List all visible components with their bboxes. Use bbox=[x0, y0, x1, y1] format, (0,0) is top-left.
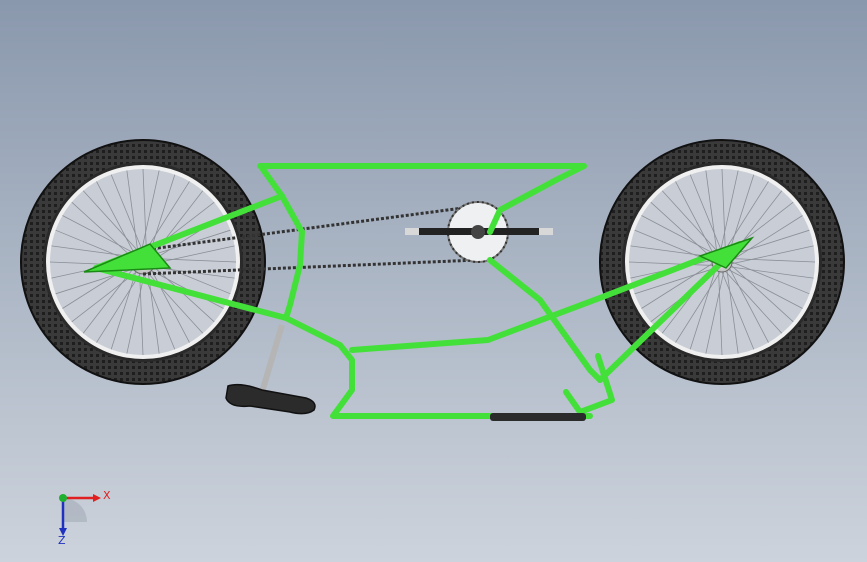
crank-arm[interactable] bbox=[405, 225, 553, 239]
lower-loop[interactable] bbox=[283, 315, 593, 419]
axis-triad-graphic: X Z bbox=[58, 489, 111, 547]
bicycle-model[interactable] bbox=[0, 0, 867, 562]
seat[interactable] bbox=[225, 383, 316, 415]
z-axis-label: Z bbox=[58, 534, 66, 547]
cad-graphics-viewport[interactable]: X Z bbox=[0, 0, 867, 562]
foot-peg[interactable] bbox=[490, 413, 586, 421]
seat-tube[interactable] bbox=[259, 165, 305, 321]
y-axis-dot bbox=[59, 494, 67, 502]
seat-post[interactable] bbox=[259, 324, 285, 393]
top-tube[interactable] bbox=[257, 163, 587, 235]
x-axis-label: X bbox=[103, 489, 111, 502]
axis-triad: X Z bbox=[45, 480, 115, 550]
